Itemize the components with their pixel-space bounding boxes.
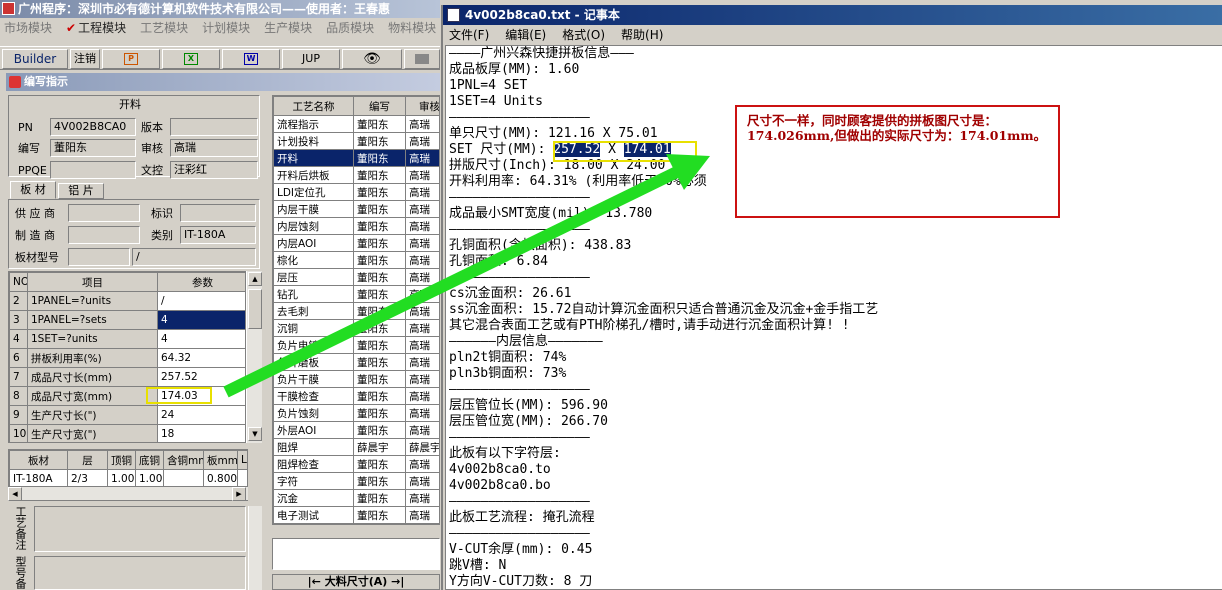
arrow-overlay (223, 154, 710, 398)
annotation-arrow-shaft (223, 162, 688, 398)
